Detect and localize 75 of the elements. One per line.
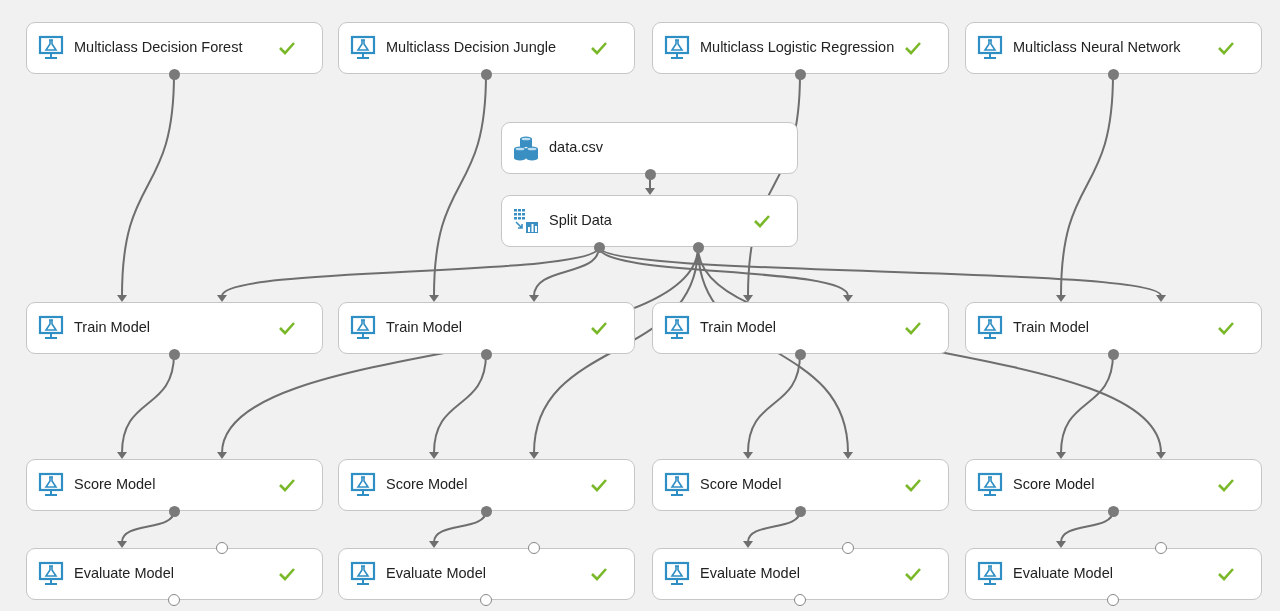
checkmark-icon — [278, 321, 296, 335]
checkmark-icon — [278, 478, 296, 492]
checkmark-icon — [904, 321, 922, 335]
checkmark-icon — [904, 567, 922, 581]
database-icon — [513, 135, 539, 161]
checkmark-icon — [1217, 478, 1235, 492]
checkmark-icon — [278, 41, 296, 55]
module-node[interactable]: Multiclass Decision Jungle — [338, 22, 635, 74]
module-node[interactable]: Train Model — [338, 302, 635, 354]
module-node[interactable]: Multiclass Decision Forest — [26, 22, 323, 74]
monitor-flask-icon — [350, 315, 376, 341]
module-node[interactable]: Evaluate Model — [652, 548, 949, 600]
module-label: data.csv — [549, 138, 604, 158]
module-label: Train Model — [700, 318, 778, 338]
module-label: Multiclass Neural Network — [1013, 38, 1182, 58]
module-node[interactable]: Evaluate Model — [965, 548, 1262, 600]
checkmark-icon — [753, 214, 771, 228]
checkmark-icon — [1217, 41, 1235, 55]
monitor-flask-icon — [977, 315, 1003, 341]
monitor-flask-icon — [38, 561, 64, 587]
module-label: Multiclass Decision Jungle — [386, 38, 558, 58]
module-label: Evaluate Model — [700, 564, 801, 584]
split-table-icon — [513, 208, 539, 234]
module-label: Train Model — [386, 318, 464, 338]
checkmark-icon — [1217, 567, 1235, 581]
module-node[interactable]: Multiclass Neural Network — [965, 22, 1262, 74]
module-label: Multiclass Logistic Regression — [700, 38, 895, 58]
module-label: Score Model — [700, 475, 783, 495]
monitor-flask-icon — [664, 35, 690, 61]
module-node[interactable]: Split Data — [501, 195, 798, 247]
open-port[interactable] — [1155, 542, 1167, 554]
checkmark-icon — [590, 41, 608, 55]
module-node[interactable]: Train Model — [652, 302, 949, 354]
module-node[interactable]: Score Model — [26, 459, 323, 511]
checkmark-icon — [590, 321, 608, 335]
module-label: Evaluate Model — [386, 564, 487, 584]
checkmark-icon — [278, 567, 296, 581]
module-label: Multiclass Decision Forest — [74, 38, 244, 58]
monitor-flask-icon — [350, 472, 376, 498]
checkmark-icon — [1217, 321, 1235, 335]
module-node[interactable]: Score Model — [965, 459, 1262, 511]
module-node[interactable]: Multiclass Logistic Regression — [652, 22, 949, 74]
module-node[interactable]: data.csv — [501, 122, 798, 174]
monitor-flask-icon — [38, 35, 64, 61]
module-label: Train Model — [74, 318, 152, 338]
module-label: Evaluate Model — [74, 564, 175, 584]
module-node[interactable]: Score Model — [338, 459, 635, 511]
monitor-flask-icon — [664, 561, 690, 587]
monitor-flask-icon — [664, 472, 690, 498]
monitor-flask-icon — [977, 561, 1003, 587]
module-node[interactable]: Score Model — [652, 459, 949, 511]
module-label: Evaluate Model — [1013, 564, 1114, 584]
module-label: Train Model — [1013, 318, 1091, 338]
monitor-flask-icon — [350, 561, 376, 587]
module-label: Split Data — [549, 211, 613, 231]
checkmark-icon — [904, 41, 923, 55]
monitor-flask-icon — [350, 35, 376, 61]
open-port[interactable] — [528, 542, 540, 554]
module-node[interactable]: Evaluate Model — [26, 548, 323, 600]
module-node[interactable]: Train Model — [965, 302, 1262, 354]
monitor-flask-icon — [977, 472, 1003, 498]
module-label: Score Model — [1013, 475, 1096, 495]
module-node[interactable]: Train Model — [26, 302, 323, 354]
checkmark-icon — [904, 478, 922, 492]
checkmark-icon — [590, 478, 608, 492]
module-label: Score Model — [74, 475, 157, 495]
monitor-flask-icon — [977, 35, 1003, 61]
monitor-flask-icon — [38, 472, 64, 498]
open-port[interactable] — [842, 542, 854, 554]
open-port[interactable] — [216, 542, 228, 554]
monitor-flask-icon — [664, 315, 690, 341]
module-node[interactable]: Evaluate Model — [338, 548, 635, 600]
checkmark-icon — [590, 567, 608, 581]
module-label: Score Model — [386, 475, 469, 495]
monitor-flask-icon — [38, 315, 64, 341]
